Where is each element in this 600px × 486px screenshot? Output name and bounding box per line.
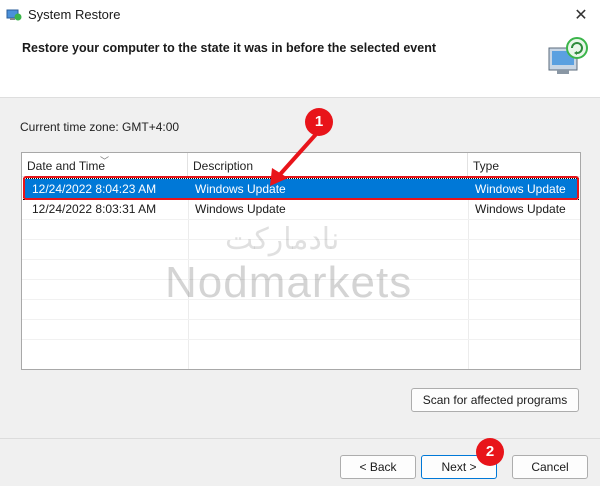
row-date: 12/24/2022 8:03:31 AM [32, 202, 157, 216]
wizard-header: Restore your computer to the state it wa… [0, 30, 600, 98]
column-type[interactable]: Type [468, 153, 580, 177]
header-instruction: Restore your computer to the state it wa… [22, 41, 436, 55]
system-restore-icon [6, 9, 22, 21]
column-description-label: Description [193, 159, 254, 173]
column-description[interactable]: Description [188, 153, 468, 177]
close-button[interactable]: ✕ [562, 0, 600, 30]
close-icon: ✕ [574, 7, 588, 24]
selected-row-highlight [23, 176, 579, 200]
row-type: Windows Update [475, 202, 566, 216]
column-headers: Date and Time ﹀ Description Type [22, 153, 580, 177]
column-type-label: Type [473, 159, 500, 173]
table-row[interactable]: 12/24/2022 8:03:31 AM Windows Update Win… [24, 199, 578, 219]
computer-restore-icon [548, 37, 588, 74]
title-bar: System Restore ✕ [0, 0, 600, 30]
wizard-footer [0, 438, 600, 486]
watermark-latin: Nodmarkets [165, 258, 413, 307]
back-button[interactable]: < Back [340, 455, 416, 479]
step-badge-1: 1 [305, 108, 333, 136]
window-title: System Restore [28, 7, 121, 22]
scan-affected-programs-button[interactable]: Scan for affected programs [411, 388, 579, 412]
sort-chevron-icon: ﹀ [100, 156, 110, 166]
column-date-time[interactable]: Date and Time ﹀ [22, 153, 188, 177]
column-date-label: Date and Time [27, 159, 106, 173]
grid-line [22, 339, 580, 340]
timezone-label: Current time zone: GMT+4:00 [20, 120, 180, 134]
grid-line [22, 219, 580, 220]
step-badge-2: 2 [476, 438, 504, 466]
grid-line [22, 319, 580, 320]
watermark-persian: نادمارکت [225, 223, 340, 256]
row-description: Windows Update [195, 202, 286, 216]
cancel-button[interactable]: Cancel [512, 455, 588, 479]
